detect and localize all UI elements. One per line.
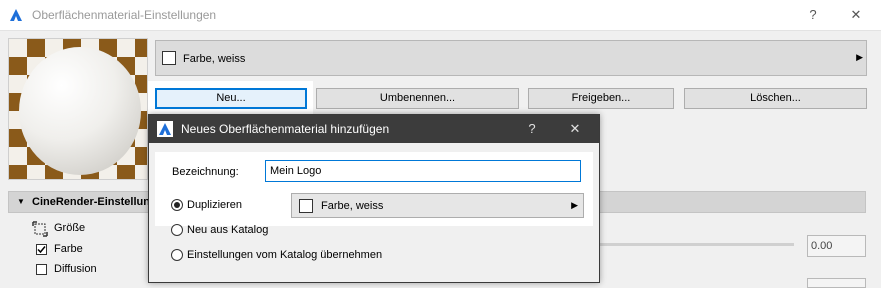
radio-new-from-catalog-label: Neu aus Katalog	[187, 224, 269, 236]
radio-apply-catalog-settings-label: Einstellungen vom Katalog übernehmen	[187, 249, 383, 261]
preview-sphere	[19, 47, 141, 175]
chevron-right-icon: ▶	[856, 52, 863, 62]
checkbox-checked[interactable]	[36, 244, 47, 255]
checkmark-icon	[37, 246, 46, 254]
name-input[interactable]	[265, 160, 581, 182]
dialog-close-button[interactable]: ✕	[564, 119, 586, 139]
resize-icon	[32, 221, 48, 237]
archicad-app-icon	[157, 121, 173, 137]
radio-apply-catalog-settings[interactable]	[171, 249, 183, 261]
cinerender-header-label: CineRender-Einstellung	[32, 196, 157, 208]
radio-duplicate[interactable]	[171, 199, 183, 211]
slider-track[interactable]	[600, 243, 794, 246]
material-preview	[8, 38, 148, 180]
value-field[interactable]: 0.00	[807, 235, 866, 257]
archicad-app-icon	[8, 7, 24, 23]
name-label: Bezeichnung:	[172, 166, 239, 178]
new-button[interactable]: Neu...	[155, 88, 307, 109]
window-title: Oberflächenmaterial-Einstellungen	[32, 8, 217, 22]
delete-button[interactable]: Löschen...	[684, 88, 867, 109]
color-swatch-icon	[162, 51, 176, 65]
radio-duplicate-label: Duplizieren	[187, 199, 243, 211]
cinerender-item-label: Farbe	[54, 243, 83, 255]
main-titlebar: Oberflächenmaterial-Einstellungen ? ✕	[0, 0, 881, 31]
material-selector[interactable]: Farbe, weiss ▶	[155, 40, 867, 76]
dialog-title: Neues Oberflächenmaterial hinzufügen	[181, 122, 390, 136]
share-button[interactable]: Freigeben...	[528, 88, 674, 109]
material-selector-label: Farbe, weiss	[183, 53, 246, 65]
cinerender-item-label: Diffusion	[54, 263, 97, 275]
rename-button[interactable]: Umbenennen...	[316, 88, 519, 109]
checkbox-unchecked[interactable]	[36, 264, 47, 275]
close-button[interactable]: ✕	[845, 4, 867, 26]
cinerender-item-label: Größe	[54, 222, 86, 234]
new-material-dialog: Neues Oberflächenmaterial hinzufügen ? ✕…	[148, 114, 600, 283]
color-swatch-icon	[299, 199, 313, 213]
caret-down-icon: ▼	[17, 197, 25, 206]
dialog-help-button[interactable]: ?	[521, 119, 543, 139]
chevron-right-icon: ▶	[571, 200, 578, 210]
radio-new-from-catalog[interactable]	[171, 224, 183, 236]
dialog-titlebar: Neues Oberflächenmaterial hinzufügen ? ✕	[149, 115, 599, 143]
duplicate-source-dropdown[interactable]: Farbe, weiss ▶	[291, 193, 584, 218]
duplicate-source-label: Farbe, weiss	[321, 200, 384, 212]
help-button[interactable]: ?	[802, 4, 824, 26]
value-field-2[interactable]	[807, 278, 866, 288]
